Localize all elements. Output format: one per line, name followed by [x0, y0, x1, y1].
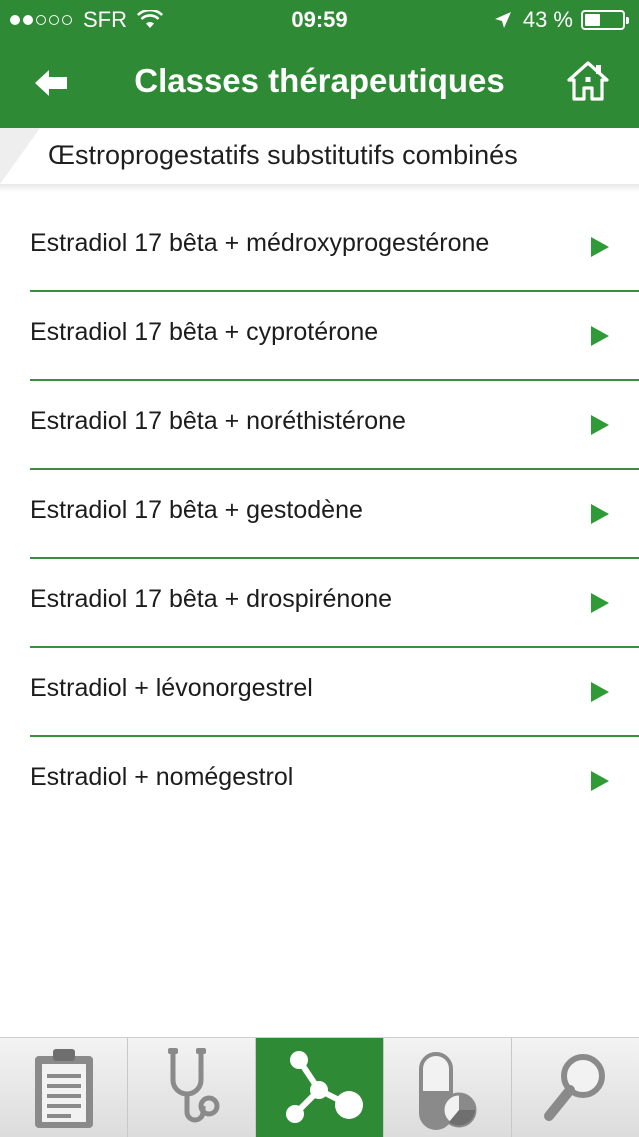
list-item-label: Estradiol 17 bêta + drospirénone [30, 585, 393, 613]
list-item[interactable]: Estradiol + nomégestrol [30, 737, 639, 824]
section-header: Œstroprogestatifs substitutifs combinés [0, 128, 639, 185]
list-item[interactable]: Estradiol 17 bêta + drospirénone [30, 559, 639, 648]
chevron-right-icon [591, 682, 609, 702]
clipboard-icon [34, 1048, 93, 1128]
search-icon [543, 1053, 605, 1121]
list-item[interactable]: Estradiol 17 bêta + gestodène [30, 470, 639, 559]
tab-molecule[interactable] [256, 1038, 384, 1137]
list-item[interactable]: Estradiol + lévonorgestrel [30, 648, 639, 737]
home-icon [567, 61, 609, 101]
tab-stethoscope[interactable] [128, 1038, 256, 1137]
battery-percent: 43 % [522, 7, 573, 32]
list-item[interactable]: Estradiol 17 bêta + médroxyprogestérone [30, 203, 639, 292]
chevron-right-icon [591, 771, 609, 791]
home-button[interactable] [563, 56, 613, 106]
list-item-label: Estradiol 17 bêta + cyprotérone [30, 318, 379, 346]
tab-search[interactable] [512, 1038, 639, 1137]
list-item[interactable]: Estradiol 17 bêta + cyprotérone [30, 292, 639, 381]
tab-pill-chart[interactable] [384, 1038, 512, 1137]
list-item-label: Estradiol 17 bêta + médroxyprogestérone [30, 229, 490, 257]
location-arrow-icon [494, 12, 511, 28]
app-header: SFR 09:59 43 % Classes thérapeutiques [0, 0, 639, 128]
list-item-label: Estradiol 17 bêta + gestodène [30, 496, 363, 524]
status-bar: SFR 09:59 43 % [0, 0, 639, 40]
section-title: Œstroprogestatifs substitutifs combinés [48, 140, 518, 170]
status-right: 43 % [493, 7, 629, 33]
tab-clipboard[interactable] [0, 1038, 128, 1137]
list-item-label: Estradiol 17 bêta + noréthistérone [30, 407, 406, 435]
molecule-icon [285, 1050, 363, 1123]
section-shadow [0, 184, 639, 192]
pill-chart-icon [418, 1051, 476, 1130]
drug-combination-list: Estradiol 17 bêta + médroxyprogestérone … [0, 203, 639, 824]
chevron-right-icon [591, 326, 609, 346]
battery-icon [581, 10, 629, 30]
chevron-right-icon [591, 415, 609, 435]
list-item[interactable]: Estradiol 17 bêta + noréthistérone [30, 381, 639, 470]
section-wedge-decoration [0, 128, 40, 184]
chevron-right-icon [591, 504, 609, 524]
stethoscope-icon [167, 1047, 219, 1122]
tab-bar [0, 1037, 639, 1137]
nav-bar: Classes thérapeutiques [0, 40, 639, 128]
chevron-right-icon [591, 237, 609, 257]
list-item-label: Estradiol + lévonorgestrel [30, 674, 313, 702]
page-title: Classes thérapeutiques [134, 62, 505, 99]
list-item-label: Estradiol + nomégestrol [30, 763, 294, 791]
chevron-right-icon [591, 593, 609, 613]
